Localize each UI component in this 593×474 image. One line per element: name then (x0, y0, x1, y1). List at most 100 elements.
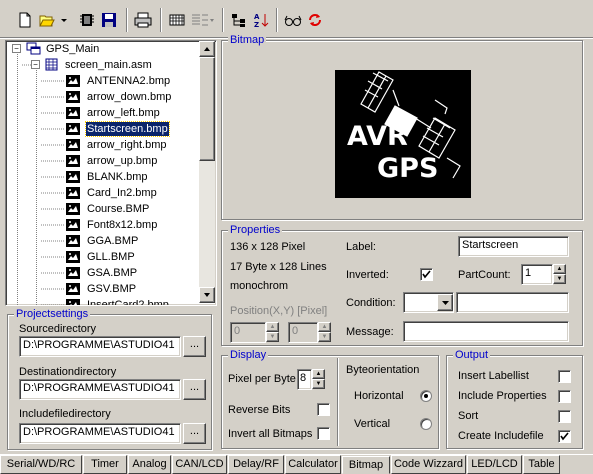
spin-up-icon[interactable]: ▲ (318, 322, 331, 332)
bitmap-file-icon (66, 123, 80, 135)
pixel-per-byte-label: Pixel per Byte (228, 373, 296, 385)
bitmap-file-icon (66, 91, 80, 103)
refresh-icon[interactable] (304, 9, 326, 31)
align-icon[interactable] (188, 9, 216, 31)
create-includefile-label: Create Includefile (458, 430, 544, 442)
condition-dropdown-icon[interactable] (437, 294, 453, 311)
scroll-thumb[interactable] (199, 57, 215, 161)
bitmap-file-icon (66, 139, 80, 151)
sort-label: Sort (458, 410, 479, 422)
sort-checkbox[interactable] (558, 410, 571, 423)
spin-down-icon[interactable]: ▼ (553, 274, 566, 284)
pixel-per-byte-spinner[interactable]: ▲ ▼ (312, 369, 325, 390)
tree-scrollbar[interactable] (199, 41, 215, 303)
spin-down-icon[interactable]: ▼ (318, 332, 331, 342)
sourcedirectory-label: Sourcedirectory (19, 323, 97, 335)
tree-file-label: BLANK.bmp (87, 171, 148, 183)
properties-title: Properties (228, 223, 283, 237)
tab-delay-rf[interactable]: Delay/RF (228, 455, 284, 474)
spin-down-icon[interactable]: ▼ (312, 379, 325, 389)
condition-field[interactable] (456, 292, 569, 313)
project-tree[interactable]: − GPS_Main − screen_main.asm ANTENNA2.bm… (5, 40, 217, 306)
tree-file-label: Course.BMP (87, 203, 150, 215)
tab-calculator[interactable]: Calculator (285, 455, 341, 474)
grid-icon[interactable] (166, 9, 188, 31)
condition-label: Condition: (346, 297, 396, 309)
position-x-field[interactable]: 0 (230, 322, 266, 343)
collapse-icon[interactable]: − (12, 44, 21, 53)
tree-file-label: arrow_left.bmp (87, 107, 160, 119)
position-y-spinner[interactable]: ▲ ▼ (318, 322, 331, 343)
collapse-icon[interactable]: − (31, 60, 40, 69)
projectsettings-title: Projectsettings (14, 307, 91, 321)
svg-text:A: A (254, 13, 260, 21)
open-dropdown-icon[interactable] (58, 9, 70, 31)
destinationdirectory-field[interactable]: D:\PROGRAMME\ASTUDIO41 (19, 379, 181, 400)
tree-file-label: Font8x12.bmp (87, 219, 158, 231)
tab-code-wizzard[interactable]: Code Wizzard (391, 455, 466, 474)
include-properties-checkbox[interactable] (558, 390, 571, 403)
tab-table[interactable]: Table (523, 455, 560, 474)
tree-file-label: GGA.BMP (87, 235, 139, 247)
reverse-bits-checkbox[interactable] (317, 403, 330, 416)
partcount-spinner[interactable]: ▲ ▼ (553, 264, 566, 285)
output-title: Output (453, 348, 491, 362)
insert-labellist-label: Insert Labellist (458, 370, 529, 382)
new-file-icon[interactable] (14, 9, 36, 31)
message-field[interactable] (403, 321, 569, 342)
tree-root-label: GPS_Main (46, 43, 100, 55)
position-y-field[interactable]: 0 (288, 322, 318, 343)
inverted-checkbox[interactable] (420, 268, 433, 281)
glasses-icon[interactable] (282, 9, 304, 31)
tree-file-label: GLL.BMP (87, 251, 135, 263)
spin-up-icon[interactable]: ▲ (553, 264, 566, 274)
open-folder-icon[interactable] (36, 9, 58, 31)
tab-bitmap[interactable]: Bitmap (342, 456, 390, 474)
spin-up-icon[interactable]: ▲ (312, 369, 325, 379)
tree-file-label: GSV.BMP (87, 283, 137, 295)
tree-file-label: GSA.BMP (87, 267, 138, 279)
partcount-field[interactable]: 1 (521, 264, 553, 285)
scroll-up-button[interactable] (199, 41, 215, 57)
bitmap-file-icon (66, 171, 80, 183)
sourcedirectory-browse-button[interactable]: ... (183, 336, 206, 357)
print-icon[interactable] (132, 9, 154, 31)
sort-az-icon[interactable]: AZ (250, 9, 272, 31)
toolbar-separator (222, 8, 224, 32)
label-field[interactable]: Startscreen (458, 236, 569, 257)
bitmap-file-icon (66, 107, 80, 119)
tab-analog[interactable]: Analog (128, 455, 171, 474)
asm-file-icon (45, 58, 59, 77)
toolbar-separator (160, 8, 162, 32)
includefiledirectory-browse-button[interactable]: ... (183, 423, 206, 444)
create-includefile-checkbox[interactable] (558, 430, 571, 443)
spin-down-icon[interactable]: ▼ (266, 332, 279, 342)
display-group: Display Pixel per Byte 8 ▲ ▼ Reverse Bit… (221, 348, 439, 449)
scroll-down-button[interactable] (199, 287, 215, 303)
insert-labellist-checkbox[interactable] (558, 370, 571, 383)
invert-bitmaps-checkbox[interactable] (317, 427, 330, 440)
bitmap-file-icon (66, 299, 80, 305)
bitmap-text-avr: AVR (347, 121, 408, 152)
tree-file-label: InsertCard2.bmp (87, 299, 169, 306)
tab-can-lcd[interactable]: CAN/LCD (172, 455, 227, 474)
bitmap-bytes-text: 17 Byte x 128 Lines (230, 261, 327, 273)
tab-serial-wd-rc[interactable]: Serial/WD/RC (0, 455, 82, 474)
horizontal-radio[interactable] (420, 390, 432, 402)
vertical-radio[interactable] (420, 418, 432, 430)
tree-asm-label: screen_main.asm (65, 59, 152, 71)
tab-timer[interactable]: Timer (83, 455, 127, 474)
tree-move-icon[interactable] (228, 9, 250, 31)
destinationdirectory-label: Destinationdirectory (19, 366, 117, 378)
includefiledirectory-field[interactable]: D:\PROGRAMME\ASTUDIO41 (19, 423, 181, 444)
pixel-per-byte-field[interactable]: 8 (297, 369, 312, 390)
position-x-spinner[interactable]: ▲ ▼ (266, 322, 279, 343)
compile-icon[interactable] (76, 9, 98, 31)
spin-up-icon[interactable]: ▲ (266, 322, 279, 332)
sourcedirectory-field[interactable]: D:\PROGRAMME\ASTUDIO41 (19, 336, 181, 357)
bitmap-file-icon (66, 267, 80, 279)
bitmap-text-gps: GPS (377, 153, 439, 184)
save-icon[interactable] (98, 9, 120, 31)
destinationdirectory-browse-button[interactable]: ... (183, 379, 206, 400)
tab-led-lcd[interactable]: LED/LCD (467, 455, 522, 474)
